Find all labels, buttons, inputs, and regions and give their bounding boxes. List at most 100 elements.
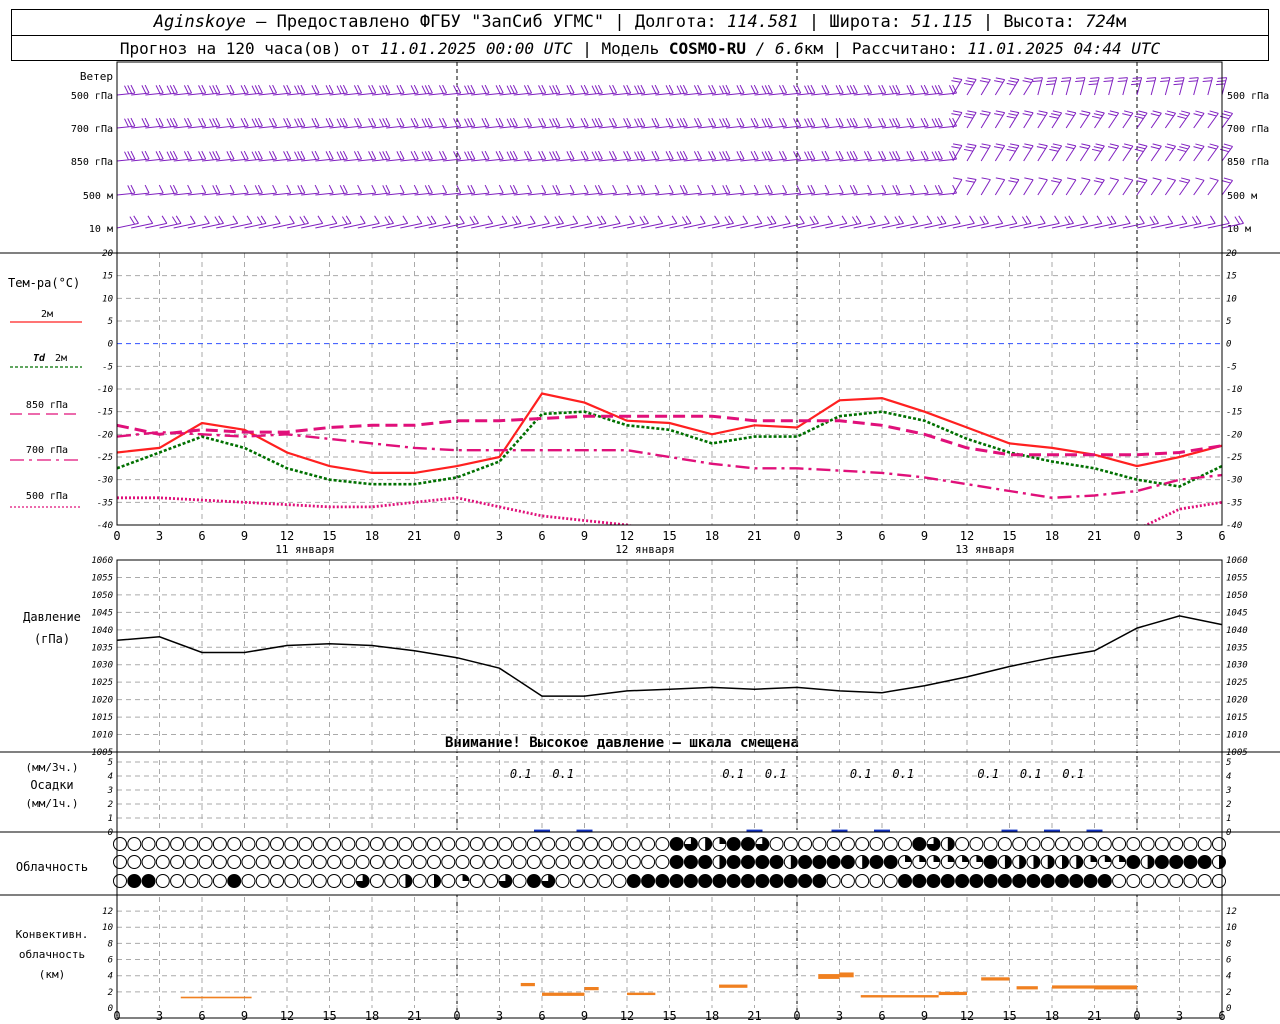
- precip-ytick-right: 1: [1226, 814, 1231, 824]
- wind-barb-flag: [410, 85, 416, 94]
- cloud-fill-full: [1026, 874, 1040, 888]
- wind-barb-flag: [229, 84, 235, 94]
- cloud-cover-symbol: [341, 837, 356, 851]
- wind-barb-flag: [824, 150, 830, 160]
- wind-barb-flag: [512, 184, 518, 194]
- cloud-fill-partial: [862, 855, 869, 869]
- cloud-cover-symbol: [384, 874, 399, 888]
- cloud-circle: [641, 855, 656, 869]
- wind-barb-flag: [336, 118, 342, 128]
- wind-barb-shaft: [1065, 77, 1072, 96]
- wind-barb-flag: [813, 215, 819, 224]
- wind-barb-flag: [594, 85, 600, 94]
- wind-barb: [1049, 143, 1063, 162]
- cloud-cover-symbol: [1212, 855, 1226, 869]
- wind-barb-flag: [342, 150, 348, 160]
- conv-xtick: 3: [836, 1009, 843, 1023]
- wind-barb-flag: [597, 184, 603, 194]
- cloud-fill-full: [1041, 874, 1055, 888]
- wind-barb-flag: [965, 80, 975, 83]
- wind-barb-flag: [169, 85, 175, 94]
- conv-ytick-left: 0: [108, 1004, 113, 1014]
- cloud-circle: [1126, 874, 1141, 888]
- wind-barb-flag: [1060, 80, 1071, 83]
- wind-barb-flag: [204, 215, 210, 224]
- wind-barb-flag: [867, 117, 873, 127]
- wind-barb-flag: [724, 216, 731, 225]
- wind-barb-flag: [849, 151, 855, 160]
- cloud-cover-symbol: [912, 855, 927, 869]
- cloud-cover-symbol: [983, 874, 998, 888]
- wind-barb-flag: [580, 118, 586, 127]
- conv-xtick: 9: [921, 1009, 928, 1023]
- cloud-cover-symbol: [1069, 874, 1084, 888]
- cloud-cover-symbol: [683, 855, 698, 869]
- cloud-cover-symbol: [755, 855, 770, 869]
- wind-barb-flag: [558, 215, 564, 224]
- cloud-fill-full: [812, 855, 826, 869]
- wind-barb-flag: [498, 84, 504, 94]
- wind-barb-flag: [841, 215, 848, 224]
- wind-barb: [1091, 110, 1105, 129]
- wind-barb-flag: [1177, 115, 1187, 120]
- cloud-cover-symbol: [541, 874, 556, 888]
- wind-barb-flag: [654, 84, 660, 94]
- wind-barb-shaft: [1221, 77, 1228, 96]
- cloud-circle: [512, 874, 527, 888]
- wind-barb-flag: [130, 150, 136, 160]
- cloud-circle: [1112, 837, 1127, 851]
- wind-barb-flag: [637, 151, 643, 160]
- cloud-fill-partial: [919, 855, 926, 862]
- wind-barb-flag: [824, 84, 830, 94]
- temp-xtick: 15: [322, 529, 336, 543]
- wind-barb-flag: [994, 80, 1004, 83]
- cloud-cover-symbol: [869, 837, 884, 851]
- wind-barb-flag: [283, 118, 288, 127]
- cloud-cover-symbol: [1169, 874, 1184, 888]
- cloud-cover-symbol: [526, 837, 541, 851]
- wind-barb: [1022, 110, 1034, 129]
- cloud-cover-symbol: [113, 837, 127, 851]
- cloud-cover-symbol: [626, 837, 641, 851]
- wind-barb-flag: [1223, 110, 1233, 114]
- wind-barb-flag: [470, 84, 476, 94]
- cloud-cover-symbol: [498, 874, 513, 888]
- conv-xtick: 15: [1002, 1009, 1016, 1023]
- cloud-circle: [569, 874, 584, 888]
- wind-barb-flag: [1221, 146, 1231, 150]
- wind-barb-flag: [487, 215, 494, 224]
- wind-barb-flag: [212, 185, 218, 194]
- wind-barb-flag: [1109, 177, 1119, 181]
- temp-ytick-left: 20: [102, 249, 113, 259]
- cloud-cover-symbol: [855, 837, 870, 851]
- cloud-cover-symbol: [441, 855, 456, 869]
- wind-barb-shaft: [1136, 77, 1143, 96]
- wind-barb-flag: [1107, 113, 1117, 117]
- temp-xtick: 0: [1133, 529, 1140, 543]
- wind-barb-flag: [509, 151, 515, 160]
- cloud-circle: [155, 855, 170, 869]
- temp-ytick-left: -30: [97, 476, 113, 486]
- conv-xtick: 15: [662, 1009, 676, 1023]
- cloud-cover-symbol: [227, 837, 242, 851]
- wind-barb: [1193, 143, 1205, 162]
- temp-xtick: 15: [1002, 529, 1016, 543]
- cloud-circle: [412, 874, 427, 888]
- wind-barb-flag: [572, 215, 579, 224]
- wind-barb-flag: [954, 215, 961, 224]
- cloud-fill-full: [841, 855, 855, 869]
- wind-barb-flag: [1203, 77, 1213, 79]
- temp-xtick: 6: [538, 529, 545, 543]
- conv-cloud-segment: [542, 992, 585, 996]
- wind-barb-flag: [952, 110, 963, 113]
- wind-barb: [1006, 143, 1020, 162]
- wind-barb-flag: [722, 118, 728, 127]
- cloud-circle: [384, 837, 399, 851]
- cloud-fill-full: [898, 874, 912, 888]
- cloud-fill-full: [1198, 855, 1212, 869]
- wind-barb-flag: [212, 151, 218, 160]
- temp-xtick: 3: [836, 529, 843, 543]
- wind-barb-flag: [1188, 80, 1198, 83]
- wind-barb-flag: [541, 84, 547, 94]
- cloud-cover-symbol: [726, 837, 741, 851]
